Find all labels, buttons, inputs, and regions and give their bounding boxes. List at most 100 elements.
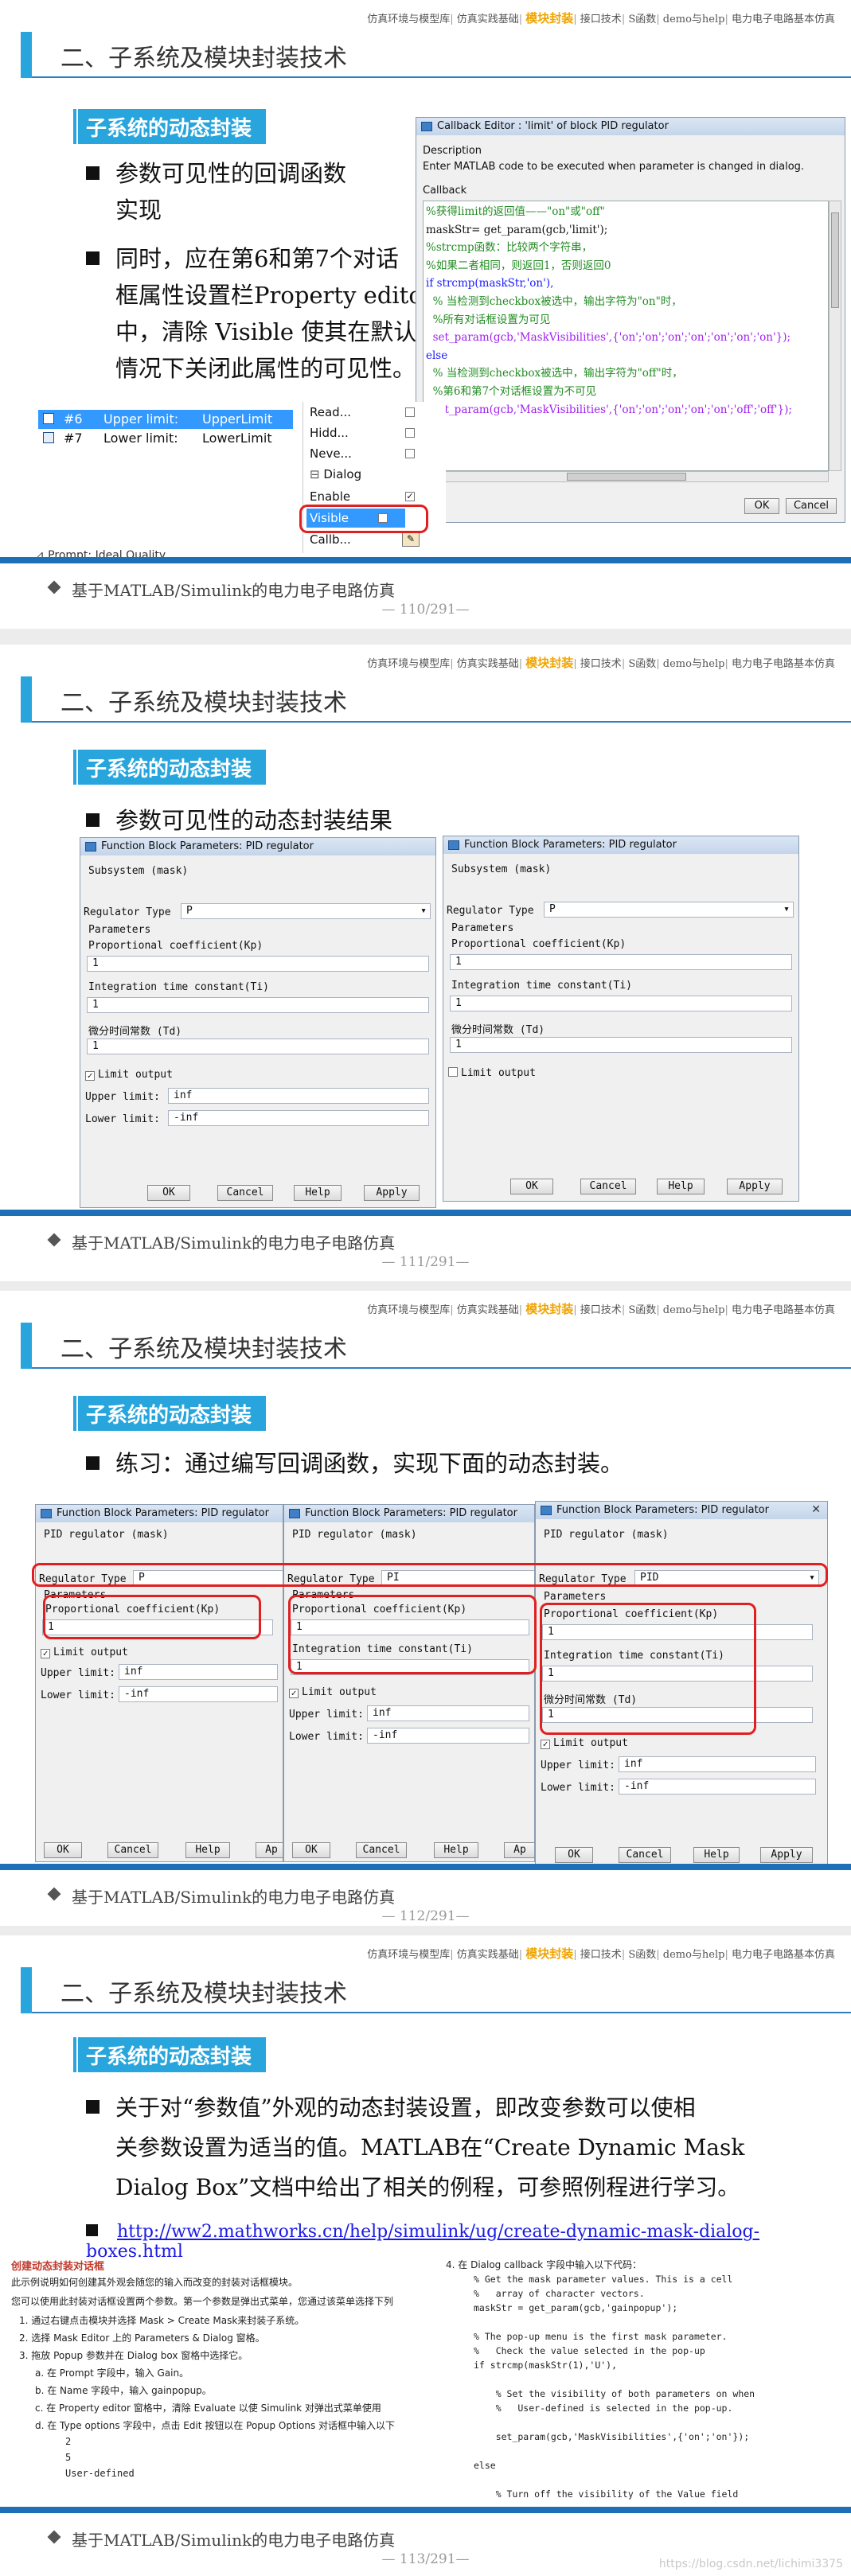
nav-item[interactable]: 电力电子电路基本仿真: [732, 658, 835, 670]
ok-button[interactable]: OK: [555, 1847, 593, 1863]
lower-limit-label: Lower limit:: [541, 1782, 615, 1794]
property-group-dialog[interactable]: ⊟ Dialog: [310, 467, 361, 481]
property-callback[interactable]: Callb... ✎: [310, 532, 429, 547]
nav-item[interactable]: demo与help: [663, 1949, 725, 1961]
cancel-button[interactable]: Cancel: [580, 1179, 636, 1194]
code-line: if strcmp(maskStr,'on'),: [426, 277, 554, 290]
nav-item[interactable]: 仿真实践基础: [457, 1304, 519, 1316]
ok-button[interactable]: OK: [744, 498, 779, 514]
limit-output-checkbox[interactable]: ✓ Limit output: [289, 1686, 377, 1698]
nav-item[interactable]: 接口技术: [580, 1949, 622, 1961]
nav-item-active[interactable]: 模块封装: [525, 11, 573, 25]
watermark: https://blog.csdn.net/lichimi3375: [658, 2558, 843, 2570]
limit-output-checkbox[interactable]: ✓ Limit output: [541, 1737, 628, 1749]
upper-limit-input[interactable]: inf: [119, 1664, 278, 1680]
nav-item[interactable]: 接口技术: [580, 1304, 622, 1316]
nav-item[interactable]: 仿真实践基础: [457, 14, 519, 25]
nav-item[interactable]: S函数: [628, 658, 656, 670]
doc-right-head: 4. 在 Dialog callback 字段中输入以下代码：: [446, 2259, 642, 2270]
close-icon[interactable]: ✕: [811, 1503, 821, 1516]
lower-limit-input[interactable]: -inf: [619, 1779, 816, 1795]
cancel-button[interactable]: Cancel: [217, 1185, 273, 1201]
property-enable[interactable]: Enable ✓: [310, 489, 429, 504]
ok-button[interactable]: OK: [147, 1185, 190, 1201]
apply-button[interactable]: Ap: [256, 1842, 283, 1858]
help-button[interactable]: Help: [693, 1847, 740, 1863]
apply-button[interactable]: Ap: [504, 1842, 534, 1858]
cancel-button[interactable]: Cancel: [619, 1847, 671, 1863]
lower-limit-input[interactable]: -inf: [168, 1110, 429, 1126]
nav-item[interactable]: demo与help: [663, 14, 725, 25]
upper-limit-input[interactable]: inf: [367, 1705, 529, 1721]
nav-item[interactable]: 仿真环境与模型库: [367, 1949, 450, 1961]
nav-item[interactable]: 仿真环境与模型库: [367, 14, 450, 25]
footer-text: 基于MATLAB/Simulink的电力电子电路仿真: [72, 2531, 396, 2550]
td-input[interactable]: 1: [450, 1037, 792, 1053]
bullet-result: 参数可见性的动态封装结果: [86, 802, 392, 839]
nav-item[interactable]: demo与help: [663, 658, 725, 670]
nav-item[interactable]: 接口技术: [580, 658, 622, 670]
kp-input[interactable]: 1: [87, 956, 429, 972]
nav-item[interactable]: 仿真实践基础: [457, 658, 519, 670]
param-row-lower-limit[interactable]: #7 Lower limit: LowerLimit: [38, 429, 293, 448]
edit-icon[interactable]: ✎: [402, 532, 420, 547]
page-number: — 112/291—: [381, 1908, 470, 1924]
doc-code-line: [474, 2372, 840, 2387]
ok-button[interactable]: OK: [292, 1842, 330, 1858]
kp-input[interactable]: 1: [450, 954, 792, 970]
apply-button[interactable]: Apply: [760, 1847, 813, 1863]
limit-output-checkbox[interactable]: ✓ Limit output: [41, 1647, 128, 1658]
help-button[interactable]: Help: [434, 1842, 478, 1858]
cancel-button[interactable]: Cancel: [356, 1842, 407, 1858]
nav-item[interactable]: demo与help: [663, 1304, 725, 1316]
td-input[interactable]: 1: [87, 1039, 429, 1054]
nav-item[interactable]: S函数: [628, 1949, 656, 1961]
param-row-upper-limit[interactable]: #6 Upper limit: UpperLimit: [38, 410, 293, 429]
upper-limit-input[interactable]: inf: [619, 1756, 816, 1772]
ti-input[interactable]: 1: [87, 997, 429, 1013]
nav-item[interactable]: 接口技术: [580, 14, 622, 25]
apply-button[interactable]: Apply: [364, 1185, 420, 1201]
nav-item[interactable]: S函数: [628, 14, 656, 25]
limit-output-checkbox[interactable]: Limit output: [448, 1067, 536, 1079]
doc-code-line: [474, 2473, 840, 2487]
help-button[interactable]: Help: [185, 1842, 230, 1858]
nav-item[interactable]: 仿真环境与模型库: [367, 1304, 450, 1316]
cancel-button[interactable]: Cancel: [786, 498, 837, 514]
ti-input[interactable]: 1: [450, 996, 792, 1011]
nav-item[interactable]: 仿真环境与模型库: [367, 658, 450, 670]
nav-item[interactable]: 电力电子电路基本仿真: [732, 1304, 835, 1316]
nav-item[interactable]: S函数: [628, 1304, 656, 1316]
slide-113: 仿真环境与模型库| 仿真实践基础| 模块封装| 接口技术| S函数| demo与…: [0, 1935, 851, 2576]
lower-limit-input[interactable]: -inf: [119, 1686, 278, 1702]
property-read[interactable]: Read...: [310, 405, 429, 419]
nav-item[interactable]: 电力电子电路基本仿真: [732, 14, 835, 25]
documentation-link[interactable]: http://ww2.mathworks.cn/help/simulink/ug…: [86, 2222, 759, 2262]
upper-limit-label: Upper limit:: [289, 1709, 364, 1721]
nav-item[interactable]: 电力电子电路基本仿真: [732, 1949, 835, 1961]
lower-limit-input[interactable]: -inf: [367, 1728, 529, 1744]
doc-line: c. 在 Property editor 窗格中，清除 Evaluate 以使 …: [35, 2403, 381, 2414]
ok-button[interactable]: OK: [44, 1842, 82, 1858]
horizontal-scrollbar[interactable]: [423, 471, 829, 482]
vertical-scrollbar[interactable]: [829, 201, 841, 471]
property-never[interactable]: Neve...: [310, 446, 429, 461]
nav-item-active[interactable]: 模块封装: [525, 1947, 573, 1961]
property-hidden[interactable]: Hidd...: [310, 426, 429, 440]
apply-button[interactable]: Apply: [727, 1179, 783, 1194]
top-navigation: 仿真环境与模型库| 仿真实践基础| 模块封装| 接口技术| S函数| demo与…: [367, 656, 835, 670]
cancel-button[interactable]: Cancel: [107, 1842, 158, 1858]
callback-code[interactable]: %获得limit的返回值——"on"或"off" maskStr= get_par…: [426, 204, 824, 466]
limit-output-checkbox[interactable]: ✓ Limit output: [85, 1069, 173, 1081]
regulator-type-select[interactable]: P ▾: [181, 903, 431, 919]
nav-item-active[interactable]: 模块封装: [525, 656, 573, 670]
regulator-type-select[interactable]: P ▾: [544, 902, 794, 918]
help-button[interactable]: Help: [294, 1185, 342, 1201]
ok-button[interactable]: OK: [510, 1179, 553, 1194]
nav-item[interactable]: 仿真实践基础: [457, 1949, 519, 1961]
code-line: % 当检测到checkbox被选中，输出字符为"off"时，: [426, 367, 683, 380]
nav-item-active[interactable]: 模块封装: [525, 1302, 573, 1316]
bullet-dynamic-value: 关于对“参数值”外观的动态封装设置，即改变参数可以使相 关参数设置为适当的值。M…: [86, 2088, 744, 2208]
help-button[interactable]: Help: [657, 1179, 705, 1194]
upper-limit-input[interactable]: inf: [168, 1088, 429, 1104]
